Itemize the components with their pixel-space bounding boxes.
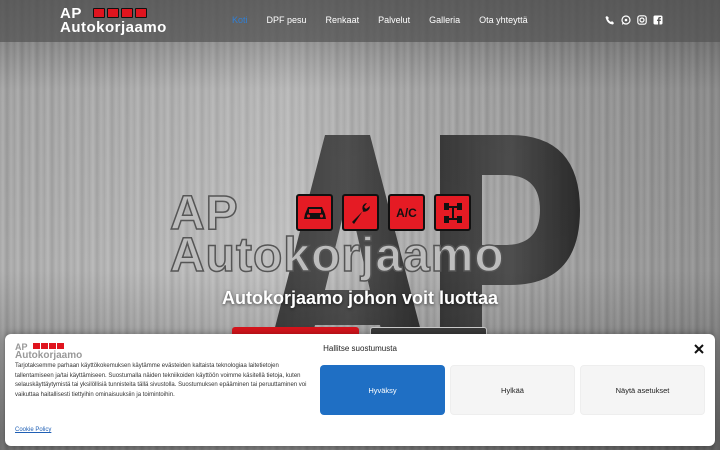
hero-logo-autokorjaamo: Autokorjaamo [169, 229, 505, 282]
axle-icon [135, 8, 147, 18]
phone-icon[interactable] [605, 15, 615, 25]
car-icon [296, 194, 333, 231]
nav-item-galleria[interactable]: Galleria [429, 14, 460, 26]
nav-item-renkaat[interactable]: Renkaat [326, 14, 360, 26]
nav-item-koti[interactable]: Koti [232, 14, 248, 26]
view-settings-button[interactable]: Näytä asetukset [580, 365, 705, 415]
axle-icon [434, 194, 471, 231]
ac-icon [121, 8, 133, 18]
ac-icon: A/C [388, 194, 425, 231]
close-icon[interactable] [693, 342, 705, 354]
logo-service-icons [93, 8, 147, 18]
nav-item-palvelut[interactable]: Palvelut [378, 14, 410, 26]
hero-tagline: Autokorjaamo johon voit luottaa [221, 288, 498, 308]
whatsapp-icon[interactable] [621, 15, 631, 25]
main-nav: Koti DPF pesu Renkaat Palvelut Galleria … [232, 14, 547, 26]
social-links [605, 15, 663, 25]
accept-button[interactable]: Hyväksy [320, 365, 445, 415]
nav-item-ota-yhteytta[interactable]: Ota yhteyttä [479, 14, 528, 26]
cookie-consent-banner: AP Autokorjaamo Hallitse suostumusta Tar… [5, 334, 715, 446]
deny-button[interactable]: Hylkää [450, 365, 575, 415]
wrench-icon [342, 194, 379, 231]
logo-text-autokorjaamo: Autokorjaamo [60, 19, 167, 36]
consent-description: Tarjotaksemme parhaan käyttökokemuksen k… [15, 363, 307, 398]
hero-service-icons: A/C [296, 194, 471, 231]
hero-logo: AP A/C Autokorjaamo [168, 189, 558, 285]
site-logo[interactable]: AP Autokorjaamo [60, 6, 170, 36]
consent-title: Hallitse suostumusta [323, 344, 397, 353]
cookie-policy-link[interactable]: Cookie Policy [15, 427, 51, 433]
nav-item-dpf-pesu[interactable]: DPF pesu [267, 14, 307, 26]
site-header: AP Autokorjaamo Koti DPF pesu Renkaat Pa… [0, 0, 720, 42]
wrench-icon [107, 8, 119, 18]
facebook-icon[interactable] [653, 15, 663, 25]
instagram-icon[interactable] [637, 15, 647, 25]
car-icon [93, 8, 105, 18]
